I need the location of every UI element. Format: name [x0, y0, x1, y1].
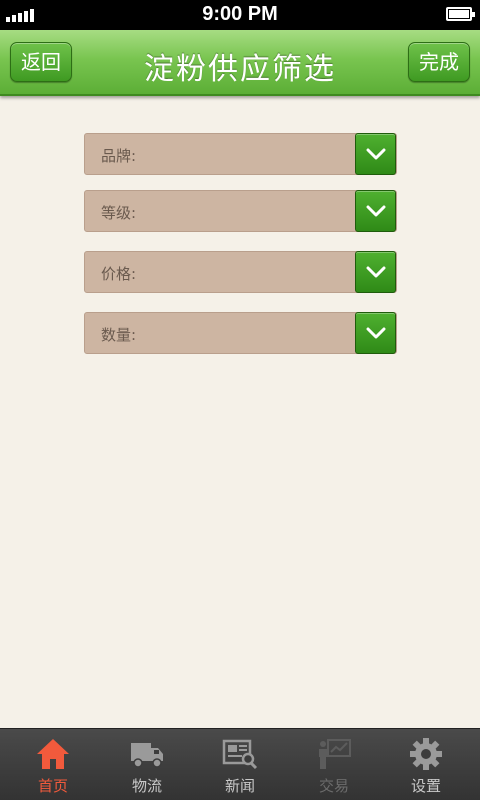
chevron-down-icon [366, 205, 386, 217]
tab-news-label: 新闻 [224, 777, 255, 795]
home-icon [37, 739, 69, 769]
quantity-label: 数量: [101, 326, 137, 344]
chevron-down-icon [366, 327, 386, 339]
navigation-bar: 返回 淀粉供应筛选 完成 [0, 30, 480, 96]
brand-dropdown-button[interactable] [355, 133, 396, 175]
newspaper-icon [222, 739, 258, 770]
brand-label: 品牌: [101, 147, 137, 165]
brand-select[interactable]: 品牌: [84, 133, 397, 175]
battery-icon [446, 7, 475, 21]
tab-home-label: 首页 [37, 777, 68, 795]
status-bar: 9:00 PM [0, 0, 480, 30]
tab-bar: 首页 物流 新闻 交易 设置 [0, 728, 480, 800]
chevron-down-icon [366, 266, 386, 278]
chevron-down-icon [366, 148, 386, 160]
quantity-select[interactable]: 数量: [84, 312, 397, 354]
gear-icon [410, 738, 442, 770]
price-dropdown-button[interactable] [355, 251, 396, 293]
tab-home[interactable]: 首页 [7, 729, 99, 800]
tab-logistics[interactable]: 物流 [101, 729, 193, 800]
tab-trade-label: 交易 [318, 777, 349, 795]
grade-label: 等级: [101, 204, 137, 222]
tab-settings[interactable]: 设置 [380, 729, 472, 800]
tab-news[interactable]: 新闻 [194, 729, 286, 800]
status-time: 9:00 PM [202, 3, 278, 25]
price-label: 价格: [101, 265, 137, 283]
grade-select[interactable]: 等级: [84, 190, 397, 232]
tab-trade[interactable]: 交易 [288, 729, 380, 800]
quantity-dropdown-button[interactable] [355, 312, 396, 354]
tab-logistics-label: 物流 [131, 777, 162, 795]
truck-icon [131, 743, 163, 768]
done-button[interactable]: 完成 [408, 42, 470, 82]
grade-dropdown-button[interactable] [355, 190, 396, 232]
price-select[interactable]: 价格: [84, 251, 397, 293]
tab-settings-label: 设置 [410, 777, 441, 795]
chart-icon [319, 739, 351, 769]
